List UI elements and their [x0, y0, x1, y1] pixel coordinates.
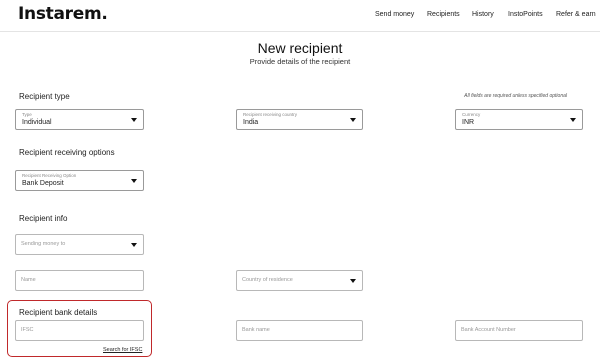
page-title: New recipient [257, 40, 343, 56]
currency-label: Currency [462, 112, 481, 117]
type-label: Type [22, 112, 32, 117]
receiving-country-value: India [243, 119, 259, 126]
nav-refer-earn[interactable]: Refer & earn [556, 11, 596, 18]
type-value: Individual [22, 119, 52, 126]
nav-history[interactable]: History [472, 11, 494, 18]
nav-send-money[interactable]: Send money [375, 11, 414, 18]
bank-name-placeholder: Bank name [242, 327, 270, 333]
nav-recipients[interactable]: Recipients [427, 11, 460, 18]
bank-name-input[interactable]: Bank name [236, 320, 363, 341]
instarem-logo[interactable]: Instarem. [18, 4, 108, 24]
receiving-option-value: Bank Deposit [22, 180, 64, 187]
search-ifsc-link[interactable]: Search for IFSC [103, 347, 142, 353]
nav-instopoints[interactable]: InstoPoints [508, 11, 543, 18]
chevron-down-icon [131, 243, 137, 247]
top-header: Instarem. Send money Recipients History … [0, 0, 600, 32]
section-title-recipient-info: Recipient info [19, 214, 68, 223]
country-of-residence-placeholder: Country of residence [242, 277, 293, 283]
bank-account-number-placeholder: Bank Account Number [461, 327, 516, 333]
currency-value: INR [462, 119, 475, 126]
name-input[interactable]: Name [15, 270, 144, 291]
sending-money-to-select[interactable]: Sending money to [15, 234, 144, 255]
chevron-down-icon [570, 118, 576, 122]
section-title-receiving-options: Recipient receiving options [19, 148, 115, 157]
chevron-down-icon [350, 118, 356, 122]
chevron-down-icon [131, 179, 137, 183]
section-title-bank-details: Recipient bank details [19, 308, 98, 317]
currency-select[interactable]: Currency INR [455, 109, 583, 130]
type-select[interactable]: Type Individual [15, 109, 144, 130]
page-subtitle: Provide details of the recipient [249, 57, 351, 66]
chevron-down-icon [131, 118, 137, 122]
chevron-down-icon [350, 279, 356, 283]
ifsc-input[interactable]: IFSC [15, 320, 144, 341]
receiving-option-select[interactable]: Recipient Receiving Option Bank Deposit [15, 170, 144, 191]
receiving-country-label: Recipient receiving country [243, 112, 298, 117]
sending-money-to-placeholder: Sending money to [21, 241, 66, 247]
bank-account-number-input[interactable]: Bank Account Number [455, 320, 583, 341]
receiving-option-label: Recipient Receiving Option [22, 173, 77, 178]
ifsc-placeholder: IFSC [21, 327, 34, 333]
receiving-country-select[interactable]: Recipient receiving country India [236, 109, 363, 130]
required-fields-note: All fields are required unless specified… [464, 93, 567, 99]
country-of-residence-select[interactable]: Country of residence [236, 270, 363, 291]
name-placeholder: Name [21, 277, 36, 283]
section-title-recipient-type: Recipient type [19, 92, 70, 101]
